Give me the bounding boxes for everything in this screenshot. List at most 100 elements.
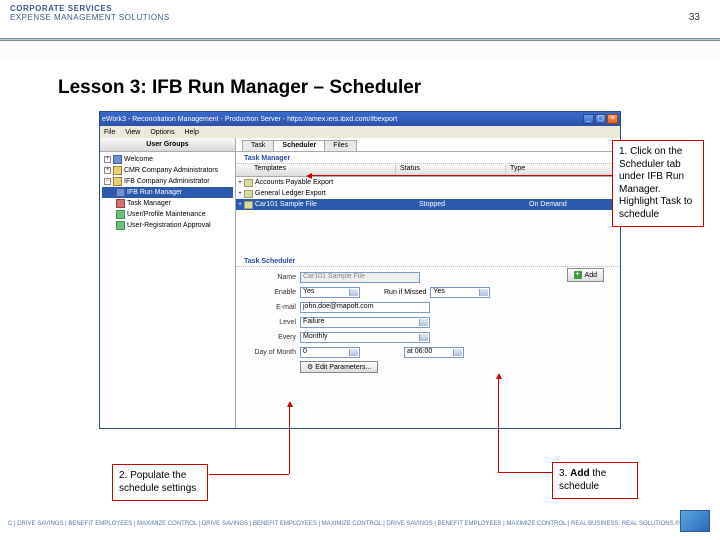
edit-parameters-button[interactable]: ⚙Edit Parameters...: [300, 361, 378, 373]
task-manager-label: Task Manager: [236, 152, 620, 164]
expand-icon[interactable]: +: [236, 191, 244, 197]
cell-name: General Ledger Export: [255, 190, 415, 197]
callout-2: 2. Populate the schedule settings: [112, 464, 208, 501]
menu-file[interactable]: File: [104, 129, 115, 136]
tree-item-user-registration[interactable]: User-Registration Approval: [102, 220, 233, 231]
add-button[interactable]: +Add: [567, 268, 604, 282]
tree-item-cmr[interactable]: + CMR Company Administrators: [102, 165, 233, 176]
row-day: Day of Month0at 06:00: [244, 345, 612, 359]
slide-footer: C | DRIVE SAVINGS | BENEFIT EMPLOYEES | …: [0, 514, 720, 534]
scheduler-form: +Add Name Car101 Sample File Enable Yes Run…: [236, 268, 620, 428]
row-level: Level Failure: [244, 315, 612, 329]
select-time[interactable]: at 06:00: [404, 347, 464, 358]
arrow-2: [209, 474, 289, 475]
task-scheduler-label: Task Scheduler: [236, 255, 620, 267]
label-every: Every: [244, 334, 296, 341]
minimize-button[interactable]: _: [583, 114, 594, 124]
select-every[interactable]: Monthly: [300, 332, 430, 343]
item-icon: [116, 221, 125, 230]
input-name: Car101 Sample File: [300, 272, 420, 283]
arrow-3-vertical: [498, 378, 499, 472]
folder-icon: [113, 166, 122, 175]
row-enable: Enable Yes Run if Missed Yes: [244, 285, 612, 299]
window-title: eWork3 - Reconciliation Management - Pro…: [102, 116, 583, 123]
row-edit-params: ⚙Edit Parameters...: [244, 360, 612, 374]
select-enable[interactable]: Yes: [300, 287, 360, 298]
arrow-3: [498, 472, 552, 473]
input-email[interactable]: john.doe@mapoft.com: [300, 302, 430, 313]
row-name: Name Car101 Sample File: [244, 270, 612, 284]
callout-1: 1. Click on the Scheduler tab under IFB …: [612, 140, 704, 227]
templates-grid: Templates Status Type +Accounts Payable …: [236, 165, 620, 255]
nav-tree: +Welcome +CMR Company Administrators −IF…: [100, 152, 235, 233]
label-level: Level: [244, 319, 296, 326]
amex-logo: [680, 510, 710, 532]
menu-bar: File View Options Help: [100, 126, 620, 138]
collapse-icon[interactable]: −: [104, 178, 111, 185]
select-day[interactable]: 0: [300, 347, 360, 358]
app-screenshot: eWork3 - Reconciliation Management - Pro…: [99, 111, 621, 429]
menu-help[interactable]: Help: [184, 129, 198, 136]
template-row[interactable]: +Accounts Payable Export: [236, 177, 620, 188]
cell-type: On Demand: [525, 201, 620, 208]
tree-label: CMR Company Administrators: [124, 167, 218, 174]
label-enable: Enable: [244, 289, 296, 296]
label-name: Name: [244, 274, 296, 281]
template-icon: [244, 190, 253, 198]
add-button-label: Add: [585, 272, 597, 279]
menu-view[interactable]: View: [125, 129, 140, 136]
tree-item-ifb-admin[interactable]: −IFB Company Administrator: [102, 176, 233, 187]
expand-icon[interactable]: +: [104, 156, 111, 163]
arrow-2-vertical: [289, 406, 290, 474]
tree-label: IFB Run Manager: [127, 189, 182, 196]
cell-status: Stopped: [415, 201, 525, 208]
brand-block: CORPORATE SERVICES EXPENSE MANAGEMENT SO…: [10, 4, 710, 22]
template-row[interactable]: + General Ledger Export: [236, 188, 620, 199]
item-icon: [116, 199, 125, 208]
brand-line-1: CORPORATE SERVICES: [10, 4, 710, 13]
tree-item-run-manager[interactable]: IFB Run Manager: [102, 187, 233, 198]
tree-label: User/Profile Maintenance: [127, 211, 206, 218]
label-run-missed: Run if Missed: [384, 289, 426, 296]
item-icon: [116, 188, 125, 197]
expand-icon[interactable]: +: [236, 202, 244, 208]
template-icon: [244, 179, 253, 187]
arrow-1: [311, 175, 612, 176]
item-icon: [116, 210, 125, 219]
select-run-missed[interactable]: Yes: [430, 287, 490, 298]
folder-icon: [113, 155, 122, 164]
tree-label: User-Registration Approval: [127, 222, 211, 229]
tab-scheduler[interactable]: Scheduler: [273, 140, 325, 151]
tab-files[interactable]: Files: [324, 140, 357, 151]
select-level[interactable]: Failure: [300, 317, 430, 328]
callout-3: 3. Add the schedule: [552, 462, 638, 499]
app-body: User Groups +Welcome +CMR Company Admini…: [100, 138, 620, 428]
sidebar: User Groups +Welcome +CMR Company Admini…: [100, 138, 236, 428]
tree-label: Task Manager: [127, 200, 171, 207]
row-email: E-mail john.doe@mapoft.com: [244, 300, 612, 314]
brand-line-2: EXPENSE MANAGEMENT SOLUTIONS: [10, 13, 710, 22]
template-row-selected[interactable]: +Car101 Sample FileStoppedOn Demand: [236, 199, 620, 210]
template-icon: [244, 201, 253, 209]
expand-icon[interactable]: +: [104, 167, 111, 174]
window-buttons: _ ▢ ×: [583, 114, 618, 124]
plus-icon: +: [574, 271, 582, 279]
app-window: eWork3 - Reconciliation Management - Pro…: [99, 111, 621, 429]
expand-icon[interactable]: +: [236, 180, 244, 186]
header-pattern: [0, 41, 720, 61]
slide-header: CORPORATE SERVICES EXPENSE MANAGEMENT SO…: [0, 0, 720, 36]
tree-item-user-profile[interactable]: User/Profile Maintenance: [102, 209, 233, 220]
menu-options[interactable]: Options: [150, 129, 174, 136]
label-email: E-mail: [244, 304, 296, 311]
tree-item-task-manager[interactable]: Task Manager: [102, 198, 233, 209]
tree-label: Welcome: [124, 156, 153, 163]
tab-bar: Task Scheduler Files: [236, 138, 620, 152]
gear-icon: ⚙: [307, 363, 313, 371]
folder-icon: [113, 177, 122, 186]
maximize-button[interactable]: ▢: [595, 114, 606, 124]
close-button[interactable]: ×: [607, 114, 618, 124]
tree-item-welcome[interactable]: + Welcome: [102, 154, 233, 165]
tab-task[interactable]: Task: [242, 140, 274, 151]
edit-params-label: Edit Parameters...: [315, 364, 371, 371]
page-number: 33: [689, 12, 700, 23]
